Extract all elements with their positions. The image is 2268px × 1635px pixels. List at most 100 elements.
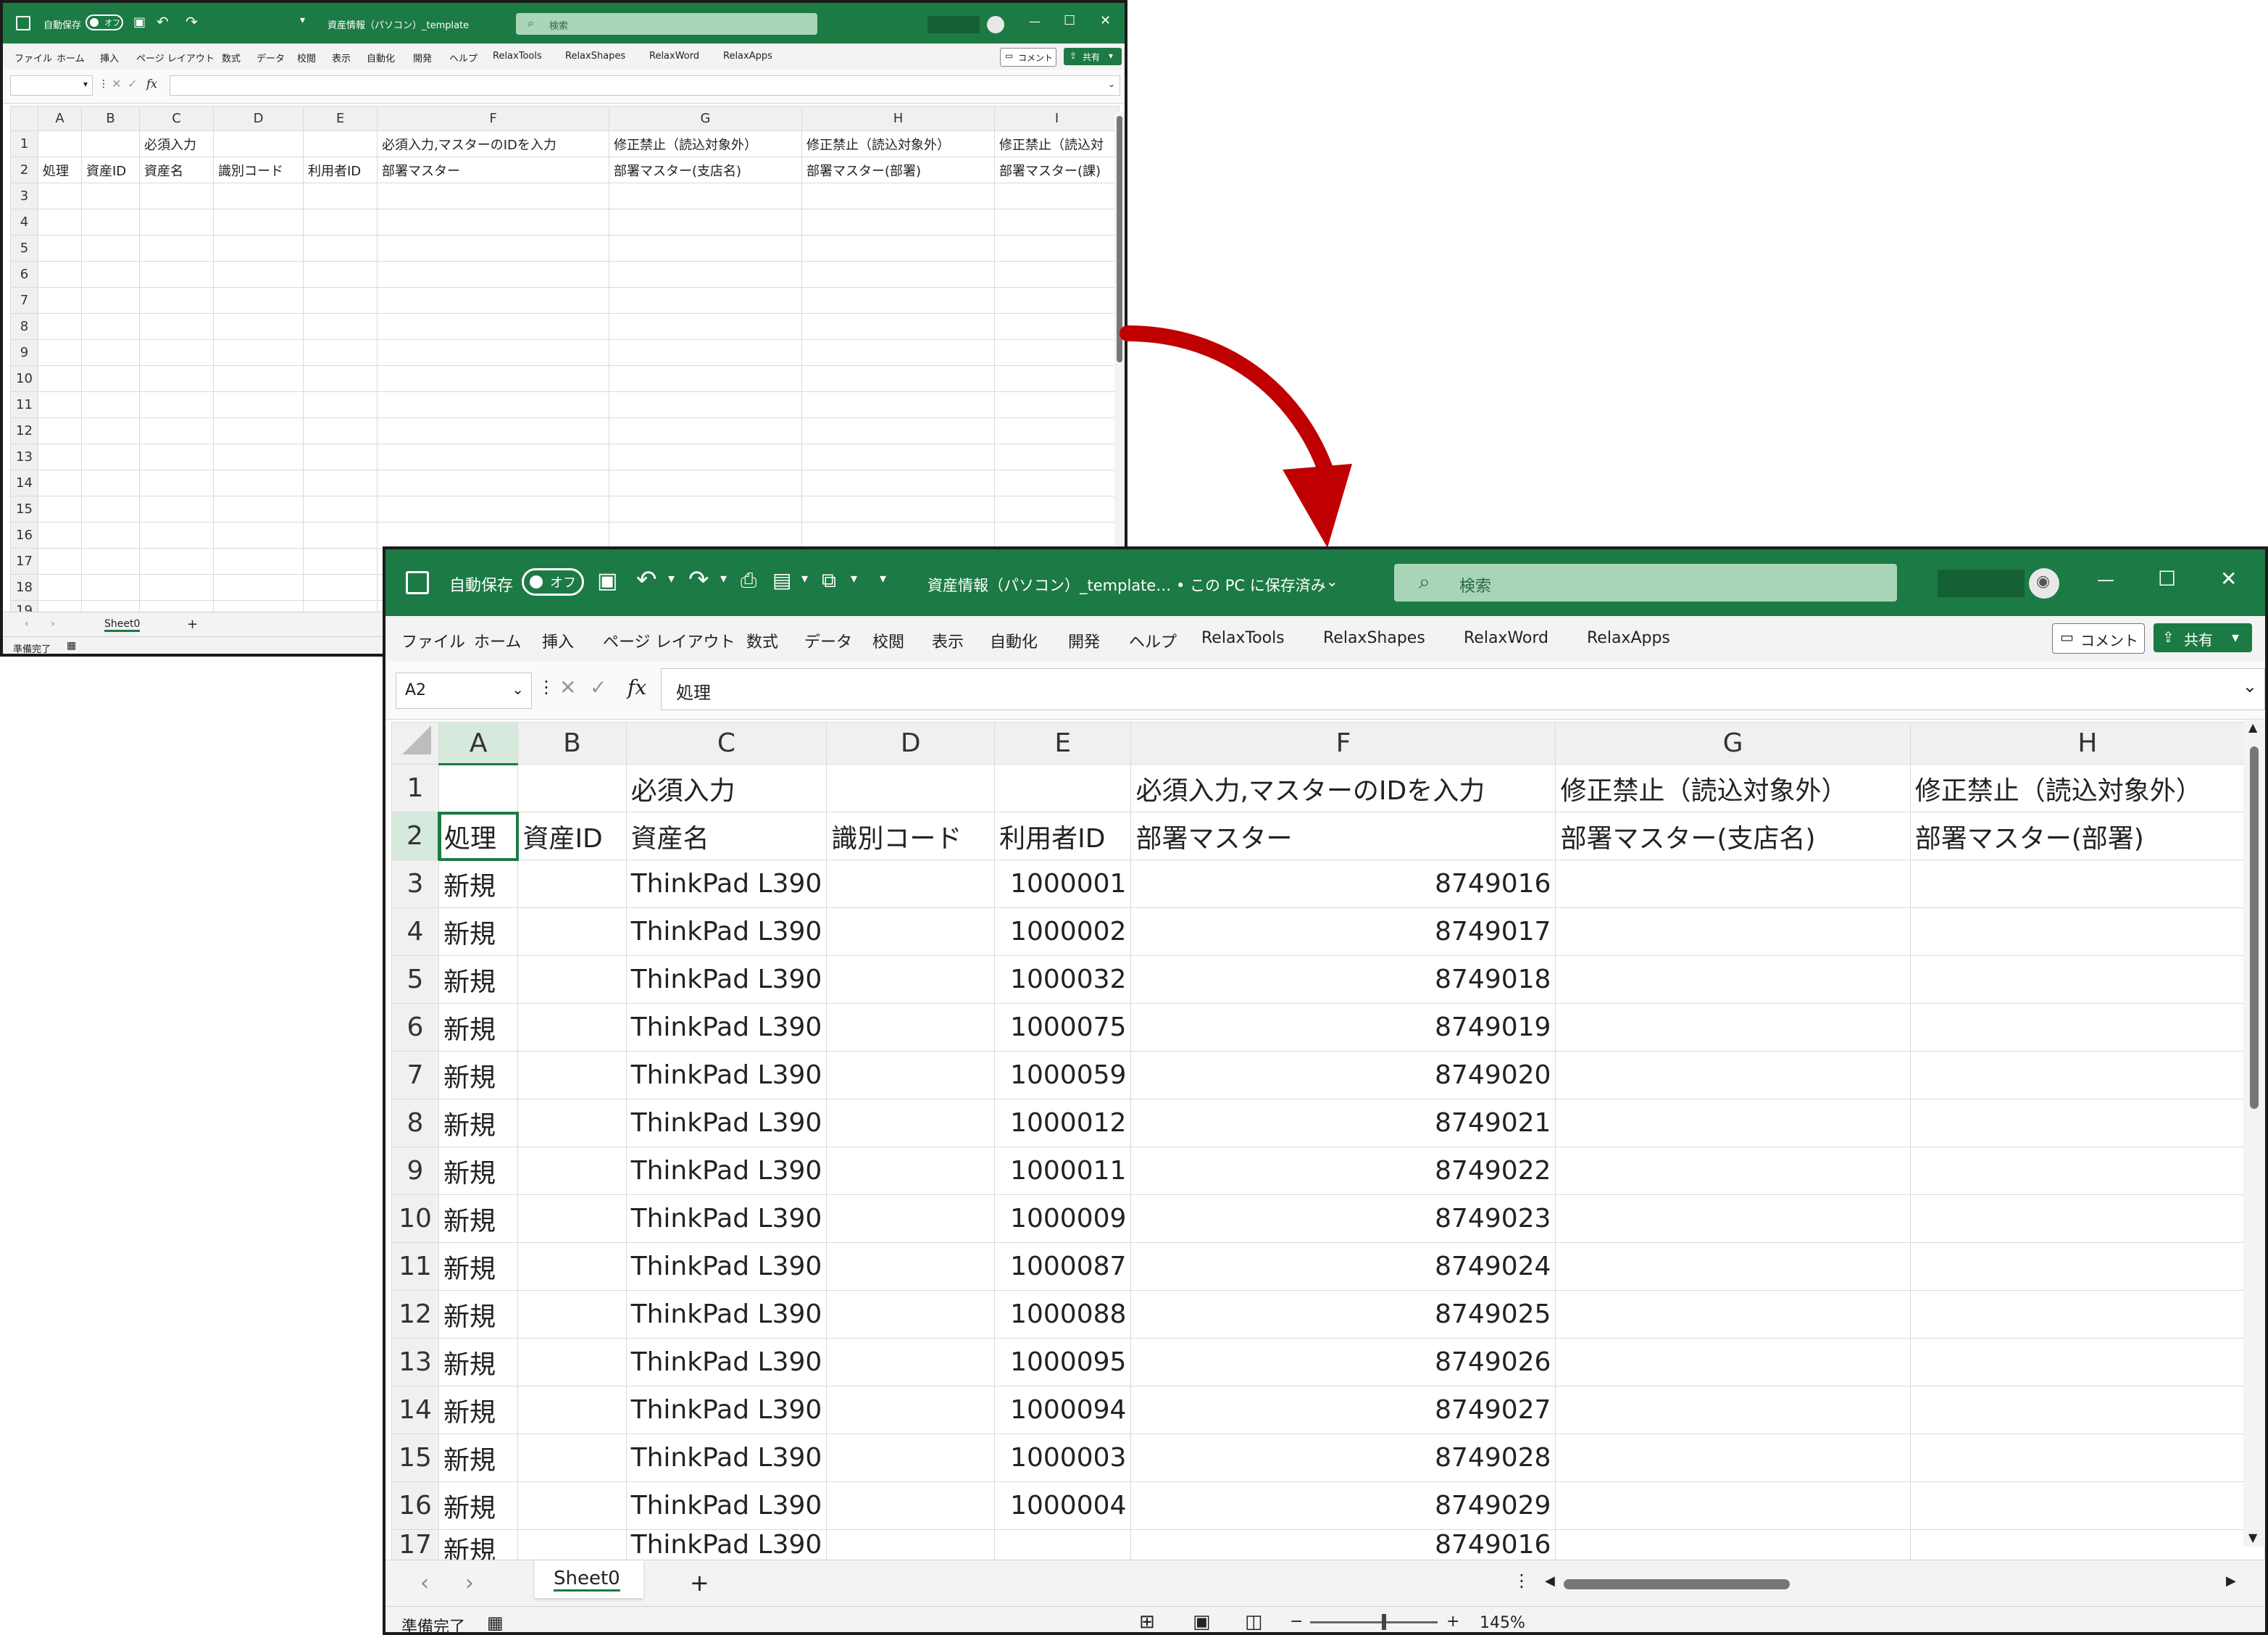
- cell[interactable]: [517, 764, 627, 812]
- tab-view[interactable]: 表示: [932, 629, 964, 652]
- cell[interactable]: [303, 522, 378, 549]
- cell[interactable]: [801, 444, 995, 470]
- tab-automate[interactable]: 自動化: [990, 629, 1038, 652]
- cell[interactable]: [81, 261, 140, 288]
- more-icon[interactable]: ⋮: [538, 677, 555, 697]
- zoom-out-button[interactable]: −: [1290, 1613, 1303, 1631]
- tab-relaxapps[interactable]: RelaxApps: [1587, 629, 1670, 647]
- tab-file[interactable]: ファイル: [401, 629, 465, 652]
- cell[interactable]: [826, 1099, 996, 1147]
- cell[interactable]: [38, 391, 82, 418]
- cell[interactable]: [213, 209, 304, 236]
- cell[interactable]: 1000012: [994, 1099, 1132, 1147]
- cell[interactable]: [801, 313, 995, 340]
- chevron-right-icon[interactable]: ›: [51, 618, 55, 630]
- shapes-icon[interactable]: ⧉: [822, 568, 836, 593]
- row-header[interactable]: 6: [391, 1003, 439, 1052]
- cell[interactable]: [994, 417, 1120, 444]
- cell[interactable]: 8749020: [1130, 1051, 1556, 1099]
- cell[interactable]: [38, 548, 82, 575]
- cell[interactable]: 1000094: [994, 1386, 1132, 1434]
- tab-formulas[interactable]: 数式: [746, 629, 778, 652]
- cell[interactable]: [994, 235, 1120, 262]
- cell[interactable]: 新規: [438, 1242, 519, 1291]
- chevron-down-icon[interactable]: ▾: [801, 571, 808, 586]
- customize-icon[interactable]: ▾: [300, 14, 305, 26]
- column-header[interactable]: C: [625, 722, 827, 765]
- cell[interactable]: [1909, 1338, 2265, 1386]
- cell[interactable]: [1909, 955, 2265, 1004]
- cell[interactable]: 処理: [38, 157, 82, 183]
- cell[interactable]: [826, 1386, 996, 1434]
- share-button[interactable]: ⇪ 共有 ▾: [1064, 48, 1122, 65]
- cell[interactable]: [1555, 1099, 1911, 1147]
- cell[interactable]: [139, 574, 214, 601]
- cell[interactable]: [517, 1051, 627, 1099]
- column-header[interactable]: F: [1130, 722, 1556, 765]
- cell[interactable]: 8749018: [1130, 955, 1556, 1004]
- cell[interactable]: [303, 444, 378, 470]
- cell[interactable]: [213, 522, 304, 549]
- row-header[interactable]: 4: [391, 907, 439, 956]
- cell[interactable]: ThinkPad L390: [625, 1003, 827, 1052]
- select-all-corner[interactable]: [10, 106, 38, 131]
- cell[interactable]: [994, 261, 1120, 288]
- cell[interactable]: [377, 417, 609, 444]
- cell[interactable]: [303, 391, 378, 418]
- accessibility-icon[interactable]: ▦: [487, 1613, 504, 1632]
- cell[interactable]: [303, 130, 378, 157]
- cell[interactable]: [1555, 1434, 1911, 1482]
- tab-review[interactable]: 校閲: [297, 51, 316, 65]
- column-header[interactable]: G: [1555, 722, 1911, 765]
- cell[interactable]: [213, 444, 304, 470]
- cell[interactable]: [609, 496, 802, 523]
- print-icon[interactable]: ⎙: [741, 568, 756, 593]
- cell[interactable]: [517, 1481, 627, 1530]
- tab-developer[interactable]: 開発: [413, 51, 432, 65]
- tab-insert[interactable]: 挿入: [542, 629, 574, 652]
- cell[interactable]: [826, 764, 996, 812]
- row-header[interactable]: 7: [10, 287, 38, 314]
- cell[interactable]: [139, 313, 214, 340]
- cell[interactable]: [1555, 1194, 1911, 1243]
- cell[interactable]: [1555, 1051, 1911, 1099]
- cell[interactable]: 修正禁止（読込対象外）: [801, 130, 995, 157]
- cell[interactable]: [1555, 1481, 1911, 1530]
- cell[interactable]: ThinkPad L390: [625, 955, 827, 1004]
- cell[interactable]: 利用者ID: [994, 812, 1132, 860]
- cell[interactable]: [801, 470, 995, 496]
- row-header[interactable]: 16: [10, 522, 38, 549]
- row-header[interactable]: 16: [391, 1481, 439, 1530]
- row-header[interactable]: 5: [391, 955, 439, 1004]
- cell[interactable]: [38, 313, 82, 340]
- row-header[interactable]: 6: [10, 261, 38, 288]
- accessibility-icon[interactable]: ▦: [67, 640, 76, 652]
- search-box[interactable]: ⌕ 検索: [1394, 564, 1897, 602]
- page-break-view-icon[interactable]: ◫: [1245, 1611, 1263, 1632]
- row-header[interactable]: 1: [391, 764, 439, 812]
- save-icon[interactable]: ▣: [133, 14, 146, 30]
- zoom-slider[interactable]: [1310, 1614, 1438, 1630]
- cell[interactable]: [38, 417, 82, 444]
- cell[interactable]: 必須入力: [139, 130, 214, 157]
- column-header[interactable]: H: [801, 106, 995, 131]
- cell[interactable]: [81, 339, 140, 366]
- cell[interactable]: [139, 365, 214, 392]
- share-button[interactable]: ⇪ 共有 ▾: [2154, 623, 2252, 652]
- cell[interactable]: [826, 955, 996, 1004]
- tab-home[interactable]: ホーム: [474, 629, 521, 652]
- cell[interactable]: [377, 365, 609, 392]
- cell[interactable]: [801, 365, 995, 392]
- cell[interactable]: [1909, 1290, 2265, 1339]
- cell[interactable]: [377, 235, 609, 262]
- customize-icon[interactable]: ▾: [880, 571, 886, 586]
- zoom-in-button[interactable]: +: [1446, 1613, 1459, 1631]
- cell[interactable]: [609, 417, 802, 444]
- cell[interactable]: [1555, 860, 1911, 908]
- cell[interactable]: 8749022: [1130, 1147, 1556, 1195]
- cell[interactable]: ThinkPad L390: [625, 1481, 827, 1530]
- row-header[interactable]: 10: [391, 1194, 439, 1243]
- cell[interactable]: [1555, 907, 1911, 956]
- horizontal-scrollbar-thumb[interactable]: [1564, 1579, 1790, 1589]
- row-header[interactable]: 14: [10, 470, 38, 496]
